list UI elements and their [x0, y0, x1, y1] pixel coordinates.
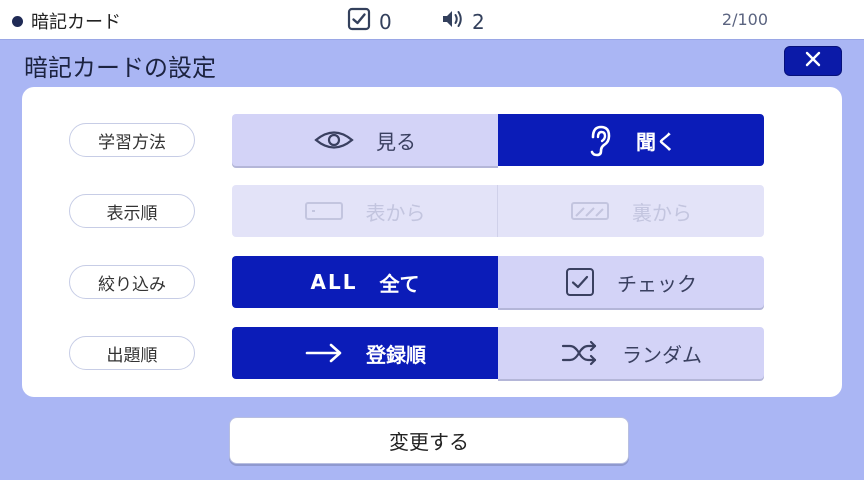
page-title: 暗記カードの設定: [24, 54, 216, 82]
checkbox-icon: [347, 7, 371, 36]
arrow-right-icon: [304, 342, 344, 364]
apply-changes-button[interactable]: 変更する: [229, 417, 629, 464]
option-front-first-label: 表から: [365, 200, 426, 225]
option-all-label: 全て: [379, 271, 420, 296]
audio-count-value: 2: [472, 9, 485, 34]
row-label-question-order: 出題順: [69, 336, 195, 370]
option-view[interactable]: 見る: [232, 114, 498, 166]
checked-count-value: 0: [379, 9, 392, 34]
card-back-icon: [570, 200, 610, 222]
option-registered-order[interactable]: 登録順: [232, 327, 498, 379]
page-indicator: 2/100: [721, 10, 768, 29]
settings-panel: 学習方法 見る 聞く 表示順 表から 裏から 絞り込み ALL 全て チェック: [22, 87, 842, 397]
status-bar: 暗記カード 0 2 2/100: [0, 0, 864, 40]
option-listen[interactable]: 聞く: [498, 114, 764, 166]
option-all[interactable]: ALL 全て: [232, 256, 498, 308]
card-front-icon: [304, 200, 344, 222]
bullet-icon: [12, 15, 23, 27]
eye-icon: [314, 129, 354, 151]
checkbox-icon: [565, 267, 595, 297]
app-title-text: 暗記カード: [31, 12, 121, 33]
shuffle-icon: [560, 340, 600, 366]
option-checked[interactable]: チェック: [498, 256, 764, 308]
option-view-label: 見る: [376, 129, 416, 154]
close-button[interactable]: [784, 46, 842, 76]
audio-count: 2: [440, 7, 485, 36]
row-label-display-order: 表示順: [69, 194, 195, 228]
option-listen-label: 聞く: [636, 129, 676, 154]
option-random[interactable]: ランダム: [498, 327, 764, 379]
option-registered-order-label: 登録順: [366, 342, 426, 367]
apply-changes-label: 変更する: [389, 430, 469, 454]
option-all-prefix: ALL: [310, 270, 358, 294]
option-back-first-label: 裏から: [632, 200, 692, 225]
option-checked-label: チェック: [617, 271, 697, 296]
app-title: 暗記カード: [12, 8, 121, 34]
row-label-filter: 絞り込み: [69, 265, 195, 299]
option-back-first[interactable]: 裏から: [498, 185, 764, 237]
close-icon: [804, 50, 822, 72]
row-label-study-method: 学習方法: [69, 123, 195, 157]
option-front-first[interactable]: 表から: [232, 185, 498, 237]
checked-count: 0: [347, 7, 392, 36]
ear-icon: [586, 123, 614, 157]
option-random-label: ランダム: [622, 342, 702, 367]
speaker-icon: [440, 7, 466, 36]
